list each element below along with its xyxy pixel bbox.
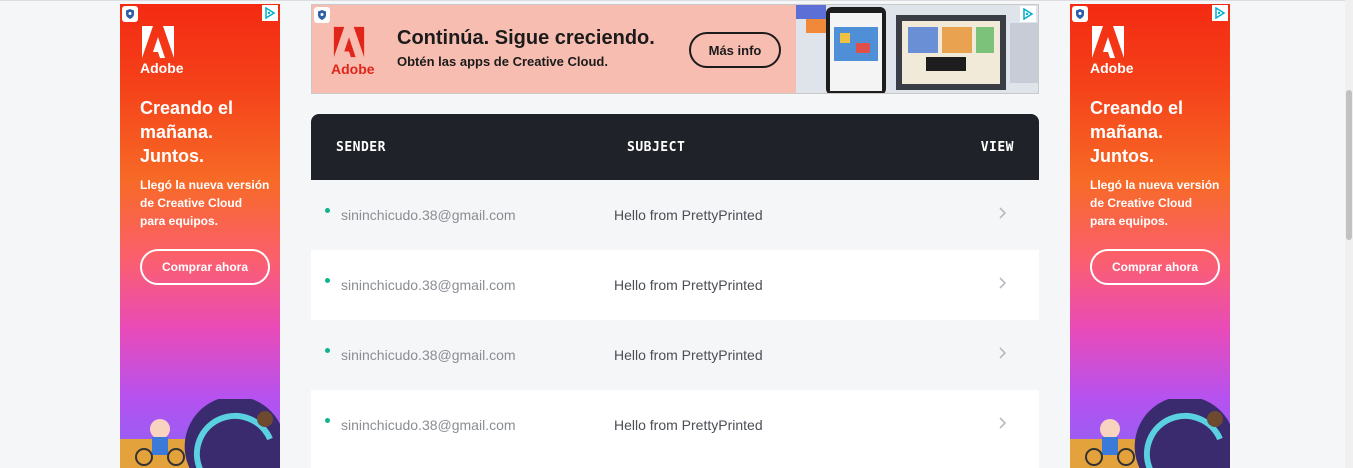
ad-body: Llegó la nueva versión de Creative Cloud… [1090,178,1220,228]
chevron-right-icon[interactable] [995,346,1009,360]
buy-now-button[interactable]: Comprar ahora [140,249,270,285]
inbox-table: SENDER SUBJECT VIEW sininchicudo.38@gmai… [311,114,1039,468]
table-row[interactable]: sininchicudo.38@gmail.com Hello from Pre… [311,250,1039,320]
ad-choices-icon[interactable] [262,5,278,21]
row-sender: sininchicudo.38@gmail.com [341,207,516,223]
row-subject: Hello from PrettyPrinted [614,207,763,223]
ad-shield-icon[interactable] [314,7,330,23]
unread-dot [325,278,330,283]
adobe-brand-text: Adobe [1090,60,1134,76]
unread-dot [325,418,330,423]
banner-title: Continúa. Sigue creciendo. [397,27,655,49]
row-sender: sininchicudo.38@gmail.com [341,277,516,293]
column-header-sender: SENDER [336,139,386,155]
ad-shield-icon[interactable] [1072,6,1088,22]
adobe-logo-icon [142,26,174,58]
page-scrollbar[interactable] [1345,0,1353,468]
banner-subtitle: Obtén las apps de Creative Cloud. [397,54,608,69]
banner-illustration [796,5,1038,93]
adobe-logo-icon [333,26,365,58]
table-row[interactable]: sininchicudo.38@gmail.com Hello from Pre… [311,390,1039,460]
row-sender: sininchicudo.38@gmail.com [341,347,516,363]
more-info-button[interactable]: Más info [689,32,781,68]
unread-dot [325,348,330,353]
ad-choices-icon[interactable] [1212,5,1228,21]
row-subject: Hello from PrettyPrinted [614,277,763,293]
right-side-ad[interactable]: Adobe Creando el mañana. Juntos. Llegó l… [1070,4,1230,468]
unread-dot [325,208,330,213]
ad-shield-icon[interactable] [122,6,138,22]
ad-headline: Creando el mañana. Juntos. [140,98,234,166]
adobe-brand-text: Adobe [140,60,184,76]
column-header-view: VIEW [980,139,1014,155]
table-row[interactable]: sininchicudo.38@gmail.com Hello from Pre… [311,180,1039,250]
row-sender: sininchicudo.38@gmail.com [341,417,516,433]
chevron-right-icon[interactable] [995,206,1009,220]
ad-illustration [1070,399,1230,468]
chevron-right-icon[interactable] [995,416,1009,430]
adobe-logo-icon [1092,26,1124,58]
chevron-right-icon[interactable] [995,276,1009,290]
table-header: SENDER SUBJECT VIEW [311,114,1039,180]
left-side-ad[interactable]: Adobe Creando el mañana. Juntos. Llegó l… [120,4,280,468]
ad-body: Llegó la nueva versión de Creative Cloud… [140,178,270,228]
adobe-brand-text: Adobe [331,61,375,77]
ad-headline: Creando el mañana. Juntos. [1090,98,1184,166]
row-subject: Hello from PrettyPrinted [614,417,763,433]
row-subject: Hello from PrettyPrinted [614,347,763,363]
ad-choices-icon[interactable] [1020,6,1036,22]
buy-now-button[interactable]: Comprar ahora [1090,249,1220,285]
top-banner-ad[interactable]: Adobe Continúa. Sigue creciendo. Obtén l… [311,4,1039,94]
table-row[interactable]: sininchicudo.38@gmail.com Hello from Pre… [311,320,1039,390]
ad-illustration [120,399,280,468]
column-header-subject: SUBJECT [627,139,686,155]
top-divider [0,0,1353,1]
